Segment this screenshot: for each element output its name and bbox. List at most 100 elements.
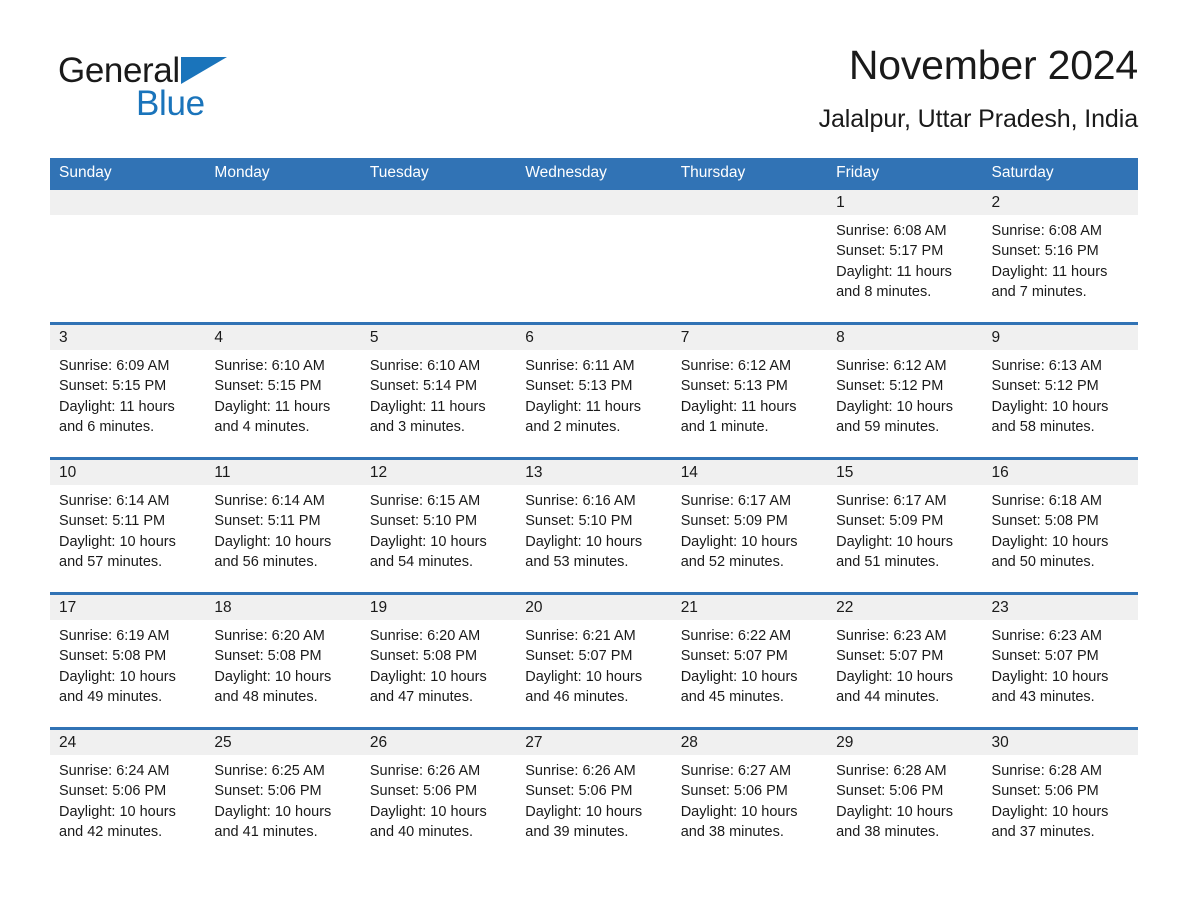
day-cell[interactable]: 20 Sunrise: 6:21 AM Sunset: 5:07 PM Dayl… xyxy=(516,595,672,727)
day-cell[interactable]: 27 Sunrise: 6:26 AM Sunset: 5:06 PM Dayl… xyxy=(516,730,672,862)
daylight-text-line1: Daylight: 11 hours xyxy=(214,398,331,415)
daylight-text-line1: Daylight: 10 hours xyxy=(680,803,798,820)
day-info: Sunrise: 6:20 AM Sunset: 5:08 PM Dayligh… xyxy=(205,620,360,707)
day-info: Sunrise: 6:17 AM Sunset: 5:09 PM Dayligh… xyxy=(672,485,827,572)
daylight-text-line2: and 53 minutes. xyxy=(525,553,629,570)
day-number: 5 xyxy=(369,329,379,346)
daylight-text-line1: Daylight: 11 hours xyxy=(680,398,797,415)
daylight-text-line1: Daylight: 10 hours xyxy=(680,668,798,685)
day-number: 3 xyxy=(59,329,68,346)
daylight-text-line1: Daylight: 11 hours xyxy=(836,263,952,280)
day-info: Sunrise: 6:16 AM Sunset: 5:10 PM Dayligh… xyxy=(516,485,671,572)
day-cell[interactable]: 2 Sunrise: 6:08 AM Sunset: 5:16 PM Dayli… xyxy=(982,190,1138,322)
day-cell[interactable]: 19 Sunrise: 6:20 AM Sunset: 5:08 PM Dayl… xyxy=(360,595,517,727)
day-number: 19 xyxy=(369,599,388,616)
sunrise-text: Sunrise: 6:08 AM xyxy=(836,223,947,239)
day-cell[interactable] xyxy=(205,190,361,322)
day-cell[interactable]: 26 Sunrise: 6:26 AM Sunset: 5:06 PM Dayl… xyxy=(360,730,517,862)
sunrise-text: Sunrise: 6:19 AM xyxy=(59,628,170,644)
day-cell[interactable]: 7 Sunrise: 6:12 AM Sunset: 5:13 PM Dayli… xyxy=(671,325,828,457)
day-cell[interactable]: 10 Sunrise: 6:14 AM Sunset: 5:11 PM Dayl… xyxy=(50,460,206,592)
day-number: 2 xyxy=(991,194,1001,211)
day-number: 13 xyxy=(525,464,543,481)
day-cell[interactable]: 21 Sunrise: 6:22 AM Sunset: 5:07 PM Dayl… xyxy=(671,595,828,727)
day-cell[interactable] xyxy=(671,190,828,322)
sunset-text: Sunset: 5:08 PM xyxy=(369,648,478,665)
daylight-text-line1: Daylight: 11 hours xyxy=(991,263,1108,280)
day-number: 22 xyxy=(836,599,854,616)
day-cell[interactable] xyxy=(50,190,206,322)
day-number-band: 12 xyxy=(360,460,517,485)
day-cell[interactable]: 22 Sunrise: 6:23 AM Sunset: 5:07 PM Dayl… xyxy=(827,595,983,727)
day-info: Sunrise: 6:10 AM Sunset: 5:14 PM Dayligh… xyxy=(361,350,516,437)
weekday-wednesday: Wednesday xyxy=(525,164,607,181)
day-info: Sunrise: 6:12 AM Sunset: 5:12 PM Dayligh… xyxy=(827,350,982,437)
sunset-text: Sunset: 5:12 PM xyxy=(836,378,944,395)
day-cell[interactable]: 14 Sunrise: 6:17 AM Sunset: 5:09 PM Dayl… xyxy=(671,460,828,592)
sunrise-text: Sunrise: 6:26 AM xyxy=(525,763,636,779)
daylight-text-line2: and 40 minutes. xyxy=(369,823,474,840)
title-block: November 2024 Jalalpur, Uttar Pradesh, I… xyxy=(819,40,1139,136)
sunset-text: Sunset: 5:06 PM xyxy=(369,783,478,800)
day-cell[interactable] xyxy=(516,190,672,322)
day-number: 25 xyxy=(214,734,232,751)
day-cell[interactable]: 25 Sunrise: 6:25 AM Sunset: 5:06 PM Dayl… xyxy=(205,730,361,862)
daylight-text-line1: Daylight: 10 hours xyxy=(59,533,176,550)
daylight-text-line1: Daylight: 10 hours xyxy=(525,533,643,550)
daylight-text-line2: and 47 minutes. xyxy=(369,688,474,705)
day-cell[interactable]: 15 Sunrise: 6:17 AM Sunset: 5:09 PM Dayl… xyxy=(827,460,983,592)
day-number: 21 xyxy=(680,599,698,616)
day-info: Sunrise: 6:20 AM Sunset: 5:08 PM Dayligh… xyxy=(361,620,516,707)
day-cell[interactable]: 1 Sunrise: 6:08 AM Sunset: 5:17 PM Dayli… xyxy=(827,190,983,322)
daylight-text-line1: Daylight: 10 hours xyxy=(369,533,487,550)
day-info: Sunrise: 6:22 AM Sunset: 5:07 PM Dayligh… xyxy=(672,620,827,707)
sunset-text: Sunset: 5:11 PM xyxy=(214,513,321,530)
day-number: 15 xyxy=(836,464,854,481)
sunrise-text: Sunrise: 6:22 AM xyxy=(680,628,792,644)
day-number: 18 xyxy=(214,599,232,616)
sunrise-text: Sunrise: 6:13 AM xyxy=(991,358,1102,374)
day-cell[interactable]: 28 Sunrise: 6:27 AM Sunset: 5:06 PM Dayl… xyxy=(671,730,828,862)
sunset-text: Sunset: 5:13 PM xyxy=(680,378,788,395)
day-cell[interactable]: 24 Sunrise: 6:24 AM Sunset: 5:06 PM Dayl… xyxy=(50,730,206,862)
day-cell[interactable]: 16 Sunrise: 6:18 AM Sunset: 5:08 PM Dayl… xyxy=(982,460,1138,592)
day-cell[interactable]: 5 Sunrise: 6:10 AM Sunset: 5:14 PM Dayli… xyxy=(360,325,517,457)
sunset-text: Sunset: 5:06 PM xyxy=(836,783,944,800)
day-cell[interactable]: 17 Sunrise: 6:19 AM Sunset: 5:08 PM Dayl… xyxy=(50,595,206,727)
day-cell[interactable]: 8 Sunrise: 6:12 AM Sunset: 5:12 PM Dayli… xyxy=(827,325,983,457)
weekday-thursday: Thursday xyxy=(680,164,746,181)
sunrise-text: Sunrise: 6:12 AM xyxy=(680,358,792,374)
daylight-text-line1: Daylight: 11 hours xyxy=(525,398,642,415)
day-info xyxy=(50,215,205,221)
day-cell[interactable]: 30 Sunrise: 6:28 AM Sunset: 5:06 PM Dayl… xyxy=(982,730,1138,862)
day-cell[interactable] xyxy=(360,190,517,322)
day-info: Sunrise: 6:25 AM Sunset: 5:06 PM Dayligh… xyxy=(205,755,360,842)
day-cell[interactable]: 4 Sunrise: 6:10 AM Sunset: 5:15 PM Dayli… xyxy=(205,325,361,457)
day-cell[interactable]: 13 Sunrise: 6:16 AM Sunset: 5:10 PM Dayl… xyxy=(516,460,672,592)
day-cell[interactable]: 3 Sunrise: 6:09 AM Sunset: 5:15 PM Dayli… xyxy=(50,325,206,457)
day-number: 6 xyxy=(525,329,534,346)
daylight-text-line2: and 59 minutes. xyxy=(836,418,940,435)
daylight-text-line1: Daylight: 10 hours xyxy=(369,668,487,685)
day-number-band: 24 xyxy=(50,730,206,755)
day-cell[interactable]: 18 Sunrise: 6:20 AM Sunset: 5:08 PM Dayl… xyxy=(205,595,361,727)
day-cell[interactable]: 6 Sunrise: 6:11 AM Sunset: 5:13 PM Dayli… xyxy=(516,325,672,457)
day-cell[interactable]: 11 Sunrise: 6:14 AM Sunset: 5:11 PM Dayl… xyxy=(205,460,361,592)
day-number-band: 3 xyxy=(50,325,206,350)
day-cell[interactable]: 12 Sunrise: 6:15 AM Sunset: 5:10 PM Dayl… xyxy=(360,460,517,592)
sunset-text: Sunset: 5:09 PM xyxy=(680,513,788,530)
weekday-monday: Monday xyxy=(214,164,270,181)
general-blue-logo[interactable]: General Blue xyxy=(58,52,318,128)
day-cell[interactable]: 29 Sunrise: 6:28 AM Sunset: 5:06 PM Dayl… xyxy=(827,730,983,862)
daylight-text-line1: Daylight: 10 hours xyxy=(59,668,176,685)
sunrise-text: Sunrise: 6:14 AM xyxy=(214,493,325,509)
triangle-icon xyxy=(180,57,227,84)
day-info xyxy=(516,215,671,221)
day-cell[interactable]: 9 Sunrise: 6:13 AM Sunset: 5:12 PM Dayli… xyxy=(982,325,1138,457)
day-cell[interactable]: 23 Sunrise: 6:23 AM Sunset: 5:07 PM Dayl… xyxy=(982,595,1138,727)
day-number-band xyxy=(50,190,206,215)
sunrise-text: Sunrise: 6:21 AM xyxy=(525,628,636,644)
day-info: Sunrise: 6:28 AM Sunset: 5:06 PM Dayligh… xyxy=(827,755,982,842)
day-number-band: 5 xyxy=(360,325,517,350)
day-number: 30 xyxy=(991,734,1009,751)
